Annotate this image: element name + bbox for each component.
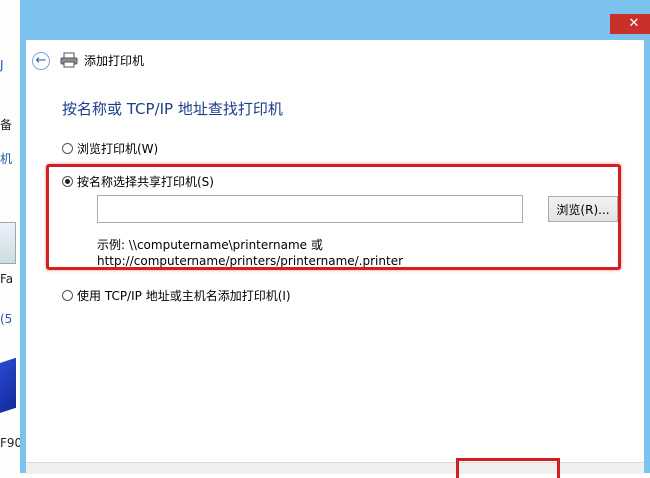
- annotation-highlight-box-next: [456, 458, 560, 478]
- background-printer-image: [0, 357, 16, 417]
- background-fragment: J: [0, 58, 4, 72]
- window-title: 添加打印机: [84, 54, 145, 68]
- radio-option-browse[interactable]: 浏览打印机(W): [62, 140, 158, 157]
- background-fragment: (5: [0, 312, 13, 326]
- radio-label: 使用 TCP/IP 地址或主机名添加打印机(I): [77, 289, 291, 303]
- radio-label: 浏览打印机(W): [77, 142, 159, 156]
- add-printer-dialog: ✕ ← 添加打印机 按名称或 TCP/IP 地址查找打印机 浏览打印机(W) 按…: [20, 0, 650, 478]
- close-button[interactable]: ✕: [610, 14, 650, 34]
- printer-icon: [60, 52, 78, 68]
- dialog-content: ← 添加打印机 按名称或 TCP/IP 地址查找打印机 浏览打印机(W) 按名称…: [26, 40, 644, 478]
- background-window: J 备 机 Fa (5 F908: [0, 0, 21, 473]
- background-fragment: 备: [0, 118, 13, 132]
- radio-button[interactable]: [62, 290, 73, 301]
- background-fragment: Fa: [0, 272, 14, 286]
- page-heading: 按名称或 TCP/IP 地址查找打印机: [62, 100, 283, 118]
- back-button[interactable]: ←: [32, 52, 50, 70]
- annotation-highlight-box: [46, 164, 621, 270]
- background-device-image: [0, 222, 16, 264]
- background-fragment: 机: [0, 152, 13, 166]
- radio-option-tcpip[interactable]: 使用 TCP/IP 地址或主机名添加打印机(I): [62, 287, 291, 304]
- radio-button[interactable]: [62, 143, 73, 154]
- background-fragment: F908: [0, 436, 20, 450]
